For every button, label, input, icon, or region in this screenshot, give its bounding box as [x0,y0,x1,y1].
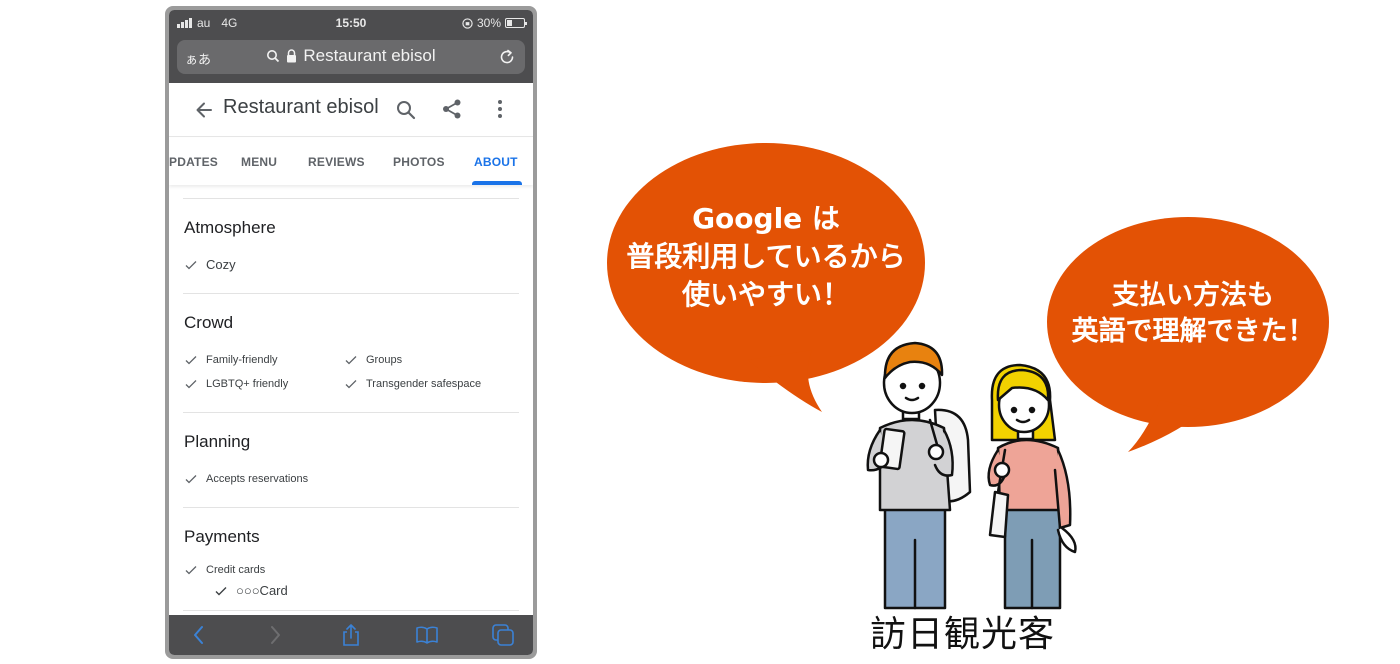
bubble-2-line-2: 英語で理解できた！ [1071,316,1315,348]
caption-visitors: 訪日観光客 [870,614,1056,655]
tourist-boy [866,341,972,610]
bubble-1-line-1: Google は [692,202,840,235]
bubble-2-text: 支払い方法も 英語で理解できた！ [1048,278,1338,351]
stage: au 4G 15:50 30% ぁあ Restaurant ebisol Res… [0,0,1400,664]
bubble-2-line-1: 支払い方法も [1112,280,1274,311]
bubble-1-line-2: 普段利用しているから [626,239,906,273]
bubble-1-line-3: 使いやすい！ [681,277,850,311]
bubble-1-text: Google は 普段利用しているから 使いやすい！ [606,200,926,313]
tourist-girl [987,363,1077,610]
